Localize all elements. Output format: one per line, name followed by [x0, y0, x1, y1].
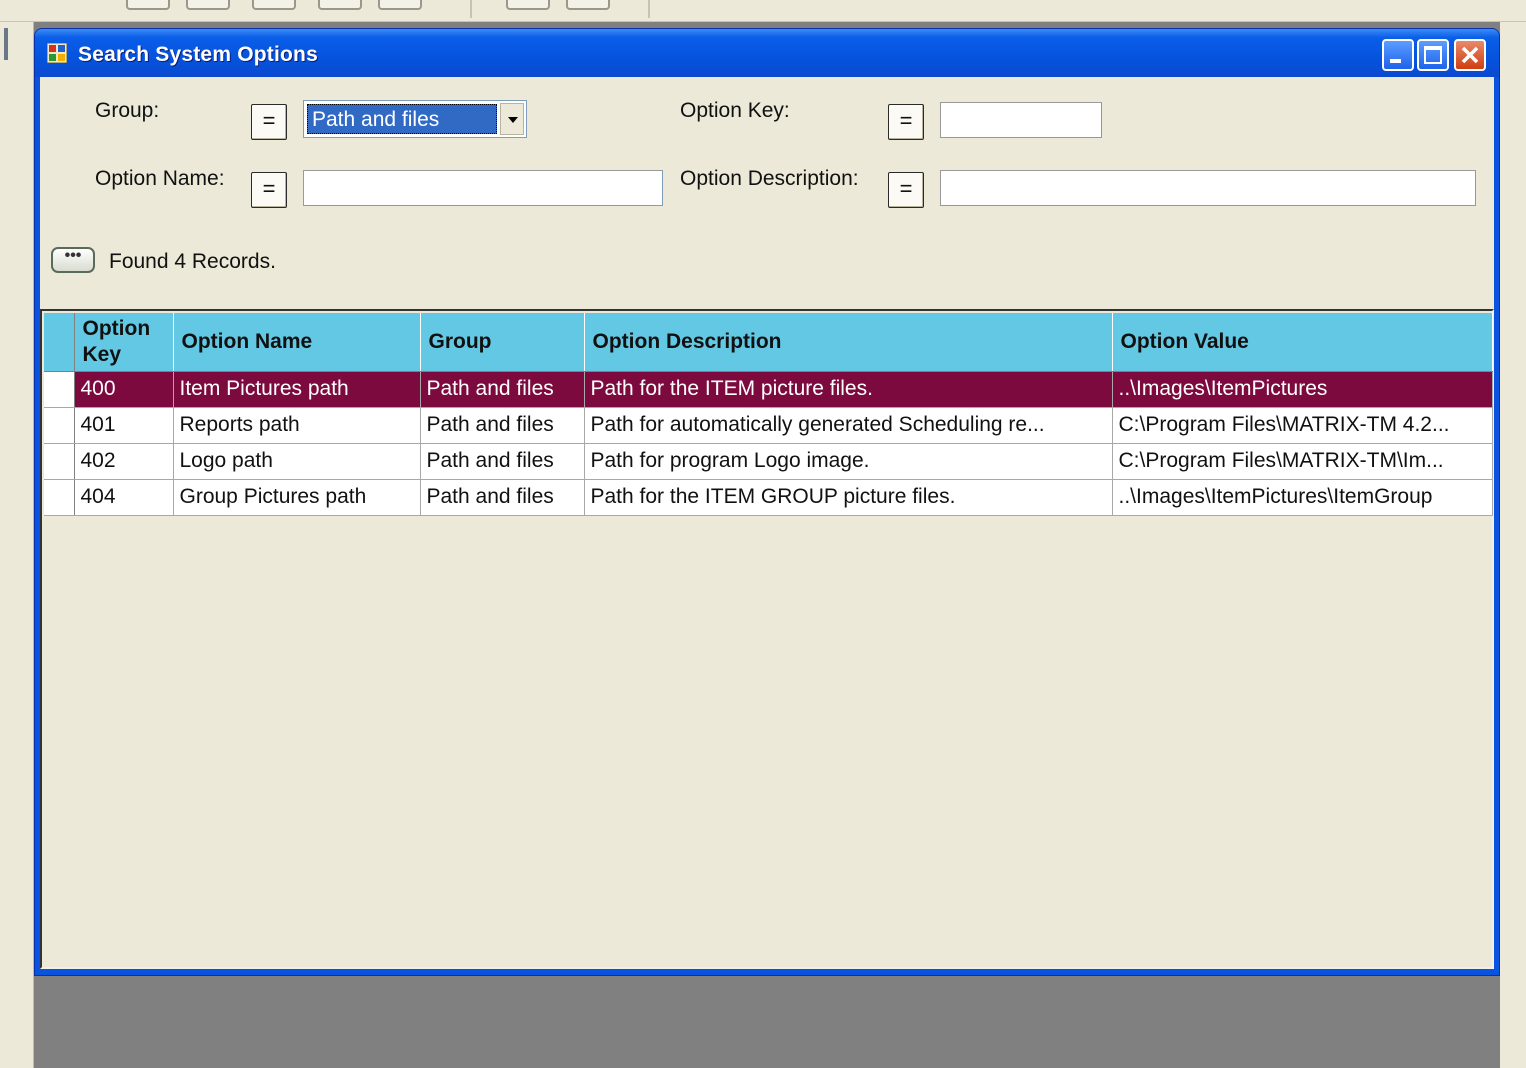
background-toolbar-button[interactable] [252, 0, 296, 10]
background-toolbar [0, 0, 1526, 22]
cell-group[interactable]: Path and files [420, 479, 585, 516]
cell-option-description[interactable]: Path for the ITEM GROUP picture files. [584, 479, 1113, 516]
cell-option-description[interactable]: Path for program Logo image. [584, 443, 1113, 480]
more-options-button[interactable]: ••• [51, 247, 95, 273]
records-found-status: Found 4 Records. [109, 250, 276, 273]
cell-option-name[interactable]: Group Pictures path [173, 479, 421, 516]
option-key-label: Option Key: [680, 99, 790, 122]
row-selector[interactable] [44, 443, 75, 480]
option-key-operator-button[interactable]: = [888, 104, 924, 140]
cell-option-name[interactable]: Item Pictures path [173, 371, 421, 408]
cell-option-name[interactable]: Logo path [173, 443, 421, 480]
row-selector[interactable] [44, 407, 75, 444]
row-selector[interactable] [44, 371, 75, 408]
minimize-button[interactable] [1382, 39, 1414, 71]
toolbar-separator [648, 0, 650, 18]
cell-option-value[interactable]: C:\Program Files\MATRIX-TM\Im... [1112, 443, 1493, 480]
cell-group[interactable]: Path and files [420, 371, 585, 408]
table-row[interactable]: 401 Reports path Path and files Path for… [44, 407, 1493, 444]
background-splitter [4, 28, 8, 60]
background-toolbar-button[interactable] [126, 0, 170, 10]
option-description-operator-button[interactable]: = [888, 172, 924, 208]
background-toolbar-button[interactable] [566, 0, 610, 10]
group-dropdown-selection: Path and files [307, 104, 497, 134]
background-toolbar-button[interactable] [186, 0, 230, 10]
background-toolbar-button[interactable] [318, 0, 362, 10]
table-row[interactable]: 400 Item Pictures path Path and files Pa… [44, 371, 1493, 408]
cell-option-value[interactable]: ..\Images\ItemPictures\ItemGroup [1112, 479, 1493, 516]
option-name-operator-button[interactable]: = [251, 172, 287, 208]
cell-option-key[interactable]: 402 [74, 443, 174, 480]
background-right-panel [1500, 22, 1526, 1068]
table-row[interactable]: 402 Logo path Path and files Path for pr… [44, 443, 1493, 480]
toolbar-separator [470, 0, 472, 18]
option-name-input[interactable] [303, 170, 663, 206]
column-header-group[interactable]: Group [420, 313, 585, 372]
cell-option-value[interactable]: C:\Program Files\MATRIX-TM 4.2... [1112, 407, 1493, 444]
background-toolbar-button[interactable] [378, 0, 422, 10]
cell-option-name[interactable]: Reports path [173, 407, 421, 444]
column-header-option-description[interactable]: Option Description [584, 313, 1113, 372]
cell-option-description[interactable]: Path for automatically generated Schedul… [584, 407, 1113, 444]
background-toolbar-button[interactable] [506, 0, 550, 10]
column-header-option-value[interactable]: Option Value [1112, 313, 1493, 372]
row-selector[interactable] [44, 479, 75, 516]
results-table: Option Key Option Name Group Option Desc… [44, 313, 1493, 516]
group-operator-button[interactable]: = [251, 104, 287, 140]
cell-group[interactable]: Path and files [420, 407, 585, 444]
table-row[interactable]: 404 Group Pictures path Path and files P… [44, 479, 1493, 516]
group-dropdown[interactable]: Path and files [303, 100, 527, 138]
window-client-area: Group: = Path and files Option Key: = Op… [40, 77, 1494, 969]
column-header-option-name[interactable]: Option Name [173, 313, 421, 372]
maximize-button[interactable] [1417, 39, 1449, 71]
cell-group[interactable]: Path and files [420, 443, 585, 480]
maximize-icon [1424, 46, 1442, 64]
row-header-corner[interactable] [44, 313, 75, 372]
search-system-options-window: Search System Options Group: = Path and … [34, 28, 1500, 976]
option-key-input[interactable] [940, 102, 1102, 138]
cell-option-key[interactable]: 404 [74, 479, 174, 516]
option-name-label: Option Name: [95, 167, 225, 190]
title-bar[interactable]: Search System Options [35, 29, 1499, 77]
option-description-label: Option Description: [680, 167, 859, 190]
header-row: Option Key Option Name Group Option Desc… [44, 313, 1493, 372]
close-button[interactable] [1454, 39, 1486, 71]
window-title: Search System Options [78, 43, 318, 66]
close-icon [1461, 46, 1479, 64]
column-header-option-key[interactable]: Option Key [74, 313, 174, 372]
cell-option-description[interactable]: Path for the ITEM picture files. [584, 371, 1113, 408]
background-left-panel [0, 22, 34, 1068]
chevron-down-icon[interactable] [500, 103, 524, 135]
group-label: Group: [95, 99, 160, 122]
cell-option-key[interactable]: 401 [74, 407, 174, 444]
cell-option-value[interactable]: ..\Images\ItemPictures [1112, 371, 1493, 408]
mdi-background [34, 976, 1500, 1068]
group-dropdown-value: Path and files [312, 108, 440, 131]
results-grid[interactable]: Option Key Option Name Group Option Desc… [40, 309, 1494, 969]
minimize-icon [1390, 59, 1401, 63]
app-form-icon [47, 43, 67, 63]
option-description-input[interactable] [940, 170, 1476, 206]
cell-option-key[interactable]: 400 [74, 371, 174, 408]
